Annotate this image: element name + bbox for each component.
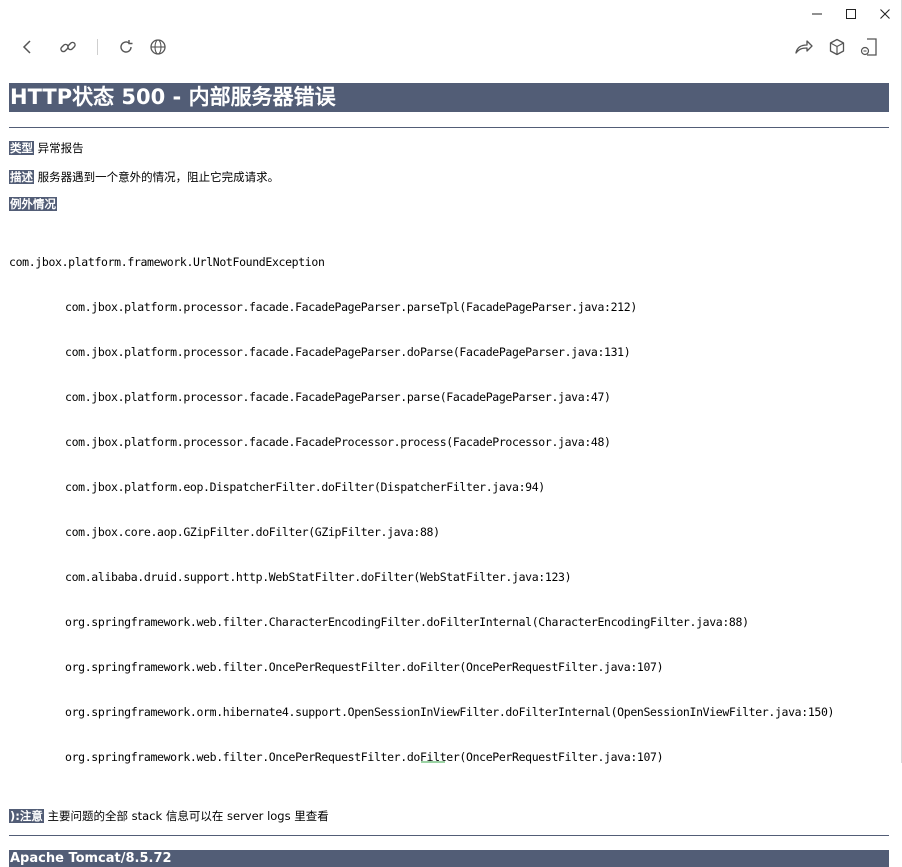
toolbar-divider (97, 39, 98, 55)
description-value: 服务器遇到一个意外的情况，阻止它完成请求。 (37, 170, 280, 184)
window-controls (800, 0, 902, 28)
reload-button[interactable] (115, 36, 137, 58)
minimize-icon (812, 13, 822, 15)
exception-name: com.jbox.platform.framework.UrlNotFoundE… (9, 255, 325, 269)
back-icon (22, 40, 31, 54)
share-button[interactable] (793, 36, 815, 58)
export-button[interactable] (858, 36, 880, 58)
copy-link-button[interactable] (57, 36, 79, 58)
stack-frame: com.jbox.core.aop.GZipFilter.doFilter(GZ… (65, 525, 440, 539)
description-label: 描述 (9, 170, 34, 184)
divider (9, 835, 889, 836)
share-icon (795, 40, 813, 54)
globe-icon (150, 39, 166, 55)
browser-toolbar (0, 28, 902, 66)
export-icon (860, 38, 877, 56)
extensions-button[interactable] (826, 36, 848, 58)
stack-frame: org.springframework.web.filter.Character… (65, 615, 749, 629)
link-icon (60, 41, 76, 53)
exception-label: 例外情况 (9, 197, 57, 211)
stack-frame: com.alibaba.druid.support.http.WebStatFi… (65, 570, 572, 584)
back-button[interactable] (17, 36, 39, 58)
stack-frame: org.springframework.orm.hibernate4.suppo… (65, 705, 835, 719)
exception-row: 例外情况 (9, 196, 889, 212)
error-page: HTTP状态 500 - 内部服务器错误 类型 异常报告 描述 服务器遇到一个意… (9, 83, 889, 867)
close-icon (880, 9, 890, 19)
type-value: 异常报告 (37, 141, 84, 155)
stack-frame: com.jbox.platform.processor.facade.Facad… (65, 435, 611, 449)
server-footer: Apache Tomcat/8.5.72 (9, 850, 889, 867)
reload-icon (120, 40, 133, 53)
stack-frame: com.jbox.platform.eop.DispatcherFilter.d… (65, 480, 545, 494)
divider (9, 127, 889, 128)
note-value: 主要问题的全部 stack 信息可以在 server logs 里查看 (47, 809, 329, 823)
note-label: ):注意 (9, 809, 44, 823)
maximize-icon (846, 9, 856, 19)
stack-frame: com.jbox.platform.processor.facade.Facad… (65, 300, 637, 314)
stack-frame: com.jbox.platform.processor.facade.Facad… (65, 390, 611, 404)
type-label: 类型 (9, 141, 34, 155)
close-button[interactable] (868, 0, 902, 28)
site-info-button[interactable] (147, 36, 169, 58)
description-row: 描述 服务器遇到一个意外的情况，阻止它完成请求。 (9, 169, 889, 185)
note-row: ):注意 主要问题的全部 stack 信息可以在 server logs 里查看 (9, 808, 889, 824)
type-row: 类型 异常报告 (9, 140, 889, 156)
page-title: HTTP状态 500 - 内部服务器错误 (9, 83, 889, 112)
stack-frame: org.springframework.web.filter.OncePerRe… (65, 660, 664, 674)
stack-frame: com.jbox.platform.processor.facade.Facad… (65, 345, 631, 359)
stack-trace: com.jbox.platform.framework.UrlNotFoundE… (9, 225, 889, 795)
maximize-button[interactable] (834, 0, 868, 28)
minimize-button[interactable] (800, 0, 834, 28)
cube-icon (829, 38, 845, 56)
